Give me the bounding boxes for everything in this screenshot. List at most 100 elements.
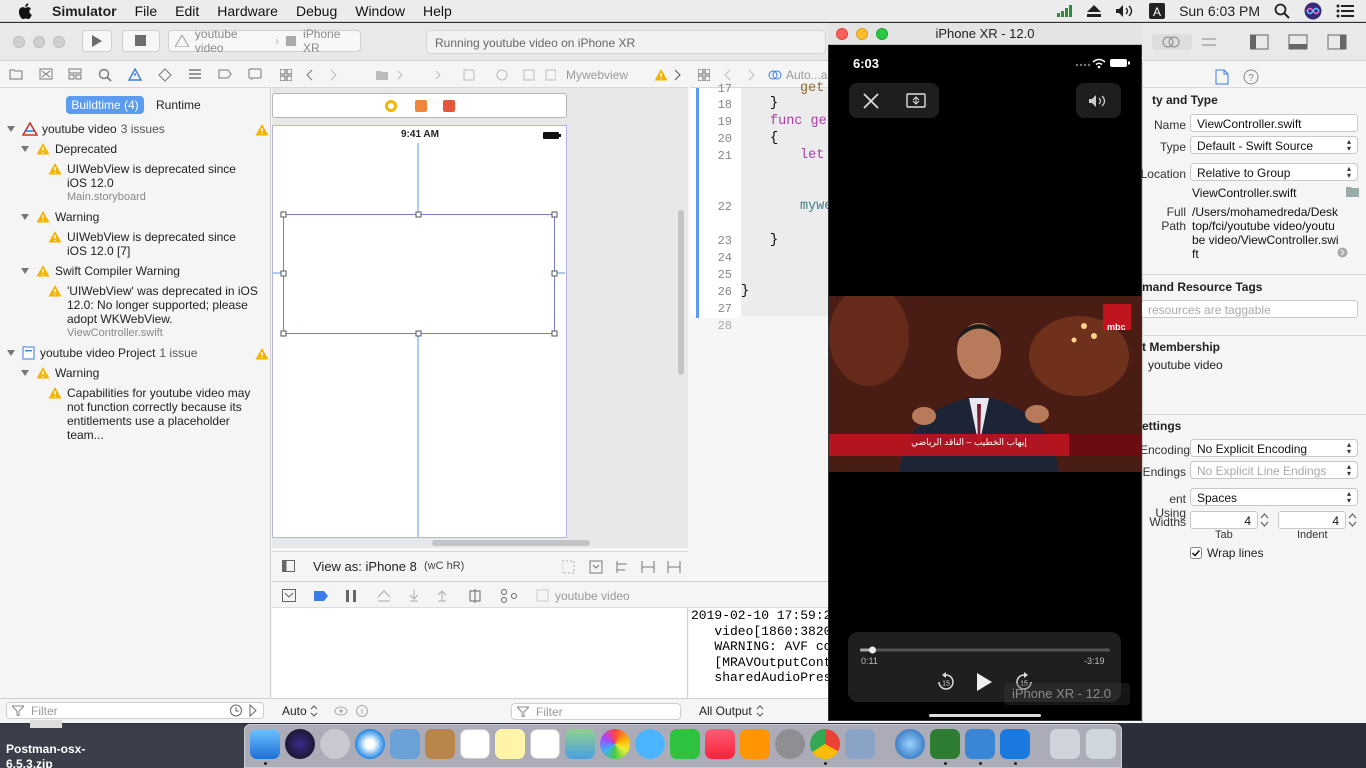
tab-width-field[interactable]: 4	[1190, 511, 1258, 529]
apple-icon[interactable]	[18, 2, 32, 19]
back-forward-icons[interactable]	[724, 69, 756, 81]
menu-app-name[interactable]: Simulator	[52, 3, 117, 19]
menu-clock[interactable]: Sun 6:03 PM	[1179, 3, 1260, 19]
vertical-scrollbar[interactable]	[678, 210, 684, 375]
issue-navigator-icon[interactable]	[128, 68, 142, 81]
simulator-minimize-button[interactable]	[856, 28, 868, 40]
source-control-icon[interactable]	[39, 68, 53, 80]
debug-navigator-icon[interactable]	[188, 68, 202, 80]
issue-group-swift-compiler[interactable]: Swift Compiler Warning	[20, 264, 180, 278]
close-icon[interactable]	[863, 93, 879, 109]
network-utility-icon[interactable]	[845, 729, 875, 759]
breadcrumb-last[interactable]: Mywebview	[566, 68, 628, 82]
xcode-dock-icon[interactable]	[1000, 729, 1030, 759]
finder-icon[interactable]	[250, 729, 280, 759]
input-source-icon[interactable]: A	[1149, 3, 1166, 19]
breadcrumb-icons[interactable]	[376, 69, 556, 81]
volume-icon[interactable]	[1115, 4, 1135, 18]
related-items-icon[interactable]	[698, 69, 710, 81]
volume-icon[interactable]	[1088, 94, 1110, 108]
tab-width-stepper[interactable]	[1260, 511, 1269, 529]
folder-icon[interactable]	[9, 68, 23, 80]
calendar-icon[interactable]	[460, 729, 490, 759]
trash-icon[interactable]	[1086, 729, 1116, 759]
navigator-filter-input[interactable]: Filter	[6, 702, 264, 719]
launchpad-icon[interactable]	[320, 729, 350, 759]
output-selector[interactable]: All Output	[699, 704, 752, 718]
scheme-selector[interactable]: youtube video › iPhone XR	[168, 27, 361, 55]
file-inspector-icon[interactable]	[1215, 69, 1229, 85]
target-membership-item[interactable]: youtube video	[1148, 358, 1223, 372]
assistant-icon[interactable]	[768, 68, 782, 82]
facetime-icon[interactable]	[670, 729, 700, 759]
zoom-window-button[interactable]	[53, 36, 65, 48]
quicklook-info-icons[interactable]	[334, 705, 374, 717]
back-forward-icons[interactable]	[306, 69, 346, 81]
horizontal-scrollbar[interactable]	[432, 540, 590, 546]
issue-project-row[interactable]: youtube video 3 issues	[6, 122, 165, 136]
simulator-close-button[interactable]	[836, 28, 848, 40]
minimize-window-button[interactable]	[33, 36, 45, 48]
mail-stamp-icon[interactable]	[390, 729, 420, 759]
menu-hardware[interactable]: Hardware	[217, 3, 278, 19]
issue-item[interactable]: UIWebView is deprecated since iOS 12.0 M…	[48, 162, 248, 204]
menu-help[interactable]: Help	[423, 3, 452, 19]
disclosure-triangle-icon[interactable]	[20, 212, 30, 222]
indent-width-stepper[interactable]	[1348, 511, 1357, 529]
maps-icon[interactable]	[565, 729, 595, 759]
menu-window[interactable]: Window	[355, 3, 405, 19]
breakpoint-navigator-icon[interactable]	[218, 68, 232, 80]
document-outline-icon[interactable]	[282, 560, 296, 572]
music-icon[interactable]	[705, 729, 735, 759]
view-as-label[interactable]: View as: iPhone 8	[313, 559, 417, 574]
run-button[interactable]	[82, 30, 112, 52]
indent-width-field[interactable]: 4	[1278, 511, 1346, 529]
disclosure-triangle-icon[interactable]	[6, 124, 16, 134]
downloads-stack-icon[interactable]	[1050, 729, 1080, 759]
menu-edit[interactable]: Edit	[175, 3, 199, 19]
disclosure-triangle-icon[interactable]	[20, 144, 30, 154]
home-indicator[interactable]	[929, 714, 1041, 717]
resource-tags-field[interactable]: resources are taggable	[1142, 300, 1358, 318]
view-controller-scene[interactable]: 9:41 AM	[272, 125, 567, 538]
siri-icon[interactable]	[1304, 2, 1322, 20]
ib-layout-icons[interactable]	[562, 560, 682, 574]
disclosure-triangle-icon[interactable]	[20, 368, 30, 378]
test-navigator-icon[interactable]	[158, 68, 172, 82]
desktop-file-label[interactable]: Postman-osx-6.5.3.zip	[6, 742, 96, 768]
simulator-dock-icon[interactable]	[965, 729, 995, 759]
issue-project-row-2[interactable]: youtube video Project 1 issue	[6, 346, 197, 360]
fullscreen-icon[interactable]	[906, 93, 926, 108]
safari-icon[interactable]	[355, 729, 385, 759]
disclosure-triangle-icon[interactable]	[6, 348, 16, 358]
wrap-lines-checkbox[interactable]	[1190, 547, 1202, 559]
debug-target-label[interactable]: youtube video	[555, 589, 630, 603]
chevron-right-icon[interactable]	[674, 69, 682, 81]
type-popup[interactable]: Default - Swift Source	[1190, 136, 1358, 154]
spotlight-icon[interactable]	[1274, 3, 1290, 19]
books-icon[interactable]	[740, 729, 770, 759]
reveal-arrow-icon[interactable]	[1337, 247, 1348, 258]
indent-using-popup[interactable]: Spaces	[1190, 488, 1358, 506]
line-endings-popup[interactable]: No Explicit Line Endings	[1190, 461, 1358, 479]
find-icon[interactable]	[98, 68, 112, 82]
play-icon[interactable]	[975, 672, 993, 692]
signal-icon[interactable]	[1057, 5, 1073, 17]
photos-icon[interactable]	[600, 729, 630, 759]
debug-controls-icons[interactable]	[282, 589, 522, 603]
siri-dock-icon[interactable]	[285, 729, 315, 759]
playback-scrubber[interactable]	[860, 646, 1110, 654]
system-preferences-icon[interactable]	[775, 729, 805, 759]
quicktime-icon[interactable]	[895, 729, 925, 759]
filter-options-icons[interactable]	[230, 704, 260, 717]
quick-help-icon[interactable]: ?	[1243, 69, 1259, 85]
video-frame[interactable]: mbc إيهاب الخطيب – الناقد الرياضي	[829, 286, 1141, 472]
console-filter-input[interactable]: Filter	[511, 703, 681, 720]
encoding-popup[interactable]: No Explicit Encoding	[1190, 439, 1358, 457]
contacts-icon[interactable]	[425, 729, 455, 759]
menu-debug[interactable]: Debug	[296, 3, 337, 19]
reminders-icon[interactable]	[530, 729, 560, 759]
messages-icon[interactable]	[635, 729, 665, 759]
folder-icon[interactable]	[1346, 186, 1359, 197]
tab-buildtime[interactable]: Buildtime (4)	[66, 96, 144, 114]
